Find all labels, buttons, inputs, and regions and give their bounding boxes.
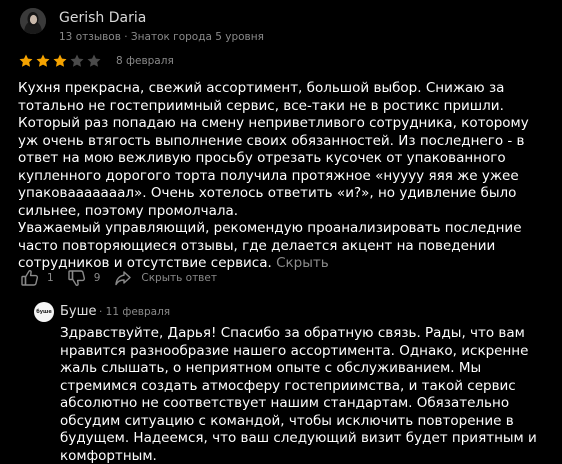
collapse-link[interactable]: Скрыть (276, 255, 329, 271)
review-actions: 1 9 Скрыть ответ (20, 268, 217, 288)
organization-name: Буше (60, 304, 97, 319)
star-empty-icon (86, 53, 102, 69)
star-filled-icon (35, 53, 51, 69)
author-meta: 13 отзывов · Знаток города 5 уровня (59, 31, 264, 43)
review-text: Кухня прекрасна, свежий ассортимент, бол… (18, 80, 544, 273)
organization-logo: буше (34, 302, 54, 322)
share-icon[interactable] (113, 268, 133, 288)
review-date: 8 февраля (116, 55, 174, 67)
avatar[interactable] (20, 8, 46, 34)
star-empty-icon (69, 53, 85, 69)
answer-text: Здравствуйте, Дарья! Спасибо за обратную… (60, 325, 537, 464)
rating-stars (18, 53, 102, 69)
star-filled-icon (18, 53, 34, 69)
organization-logo-text: буше (36, 309, 52, 315)
star-filled-icon (52, 53, 68, 69)
thumbs-up-icon[interactable] (20, 268, 40, 288)
toggle-reply-button[interactable]: Скрыть ответ (141, 272, 217, 284)
author-name[interactable]: Gerish Daria (59, 9, 146, 27)
likes-count: 1 (47, 272, 54, 284)
thumbs-down-icon[interactable] (67, 268, 87, 288)
answer-date: · 11 февраля (99, 306, 171, 318)
review-body: Кухня прекрасна, свежий ассортимент, бол… (18, 80, 529, 271)
dislikes-count: 9 (93, 272, 101, 284)
